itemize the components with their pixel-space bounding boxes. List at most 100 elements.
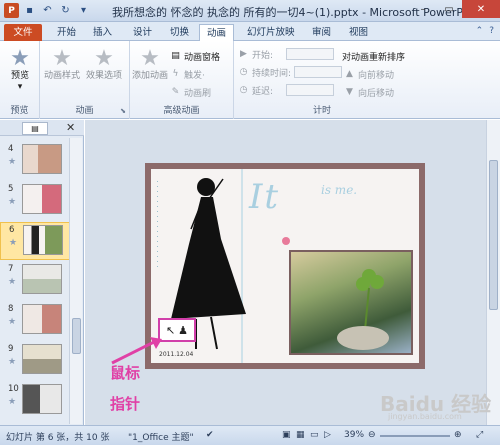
ribbon-right-icons: ⌃ ? [476, 26, 494, 36]
scrollbar-thumb[interactable] [72, 318, 81, 354]
move-later-button[interactable]: ▼ 向后移动 [344, 85, 394, 99]
tab-animations[interactable]: 动画 [199, 24, 235, 41]
slide-counter: 幻灯片 第 6 张，共 10 张 [6, 433, 110, 443]
tab-design[interactable]: 设计 [126, 24, 159, 41]
annotation-label-2: 指针 [110, 395, 141, 413]
group-preview: ★ 预览 ▾ 预览 [0, 41, 40, 119]
group-timing: ▶ 开始: ◷ 持续时间: ◷ 延迟: 对动画重新排序 ▲ 向前移动 ▼ 向后移… [234, 41, 410, 119]
zoom-out-icon[interactable]: ⊖ [368, 430, 376, 440]
close-pane-icon[interactable]: ✕ [66, 121, 75, 134]
group-label: 计时 [312, 106, 331, 116]
slide-photo[interactable] [289, 250, 413, 355]
animation-star-icon: ★ [8, 317, 17, 327]
star-icon: ★ [94, 46, 114, 71]
tab-transitions[interactable]: 切换 [163, 24, 196, 41]
duration-input[interactable] [294, 66, 343, 78]
thumbnail-image [22, 264, 62, 294]
clock-icon: ◷ [239, 66, 248, 77]
arrow-up-icon: ▲ [346, 68, 353, 79]
vertical-scrollbar[interactable] [486, 120, 500, 425]
thumbnail-image [22, 144, 62, 174]
spell-check-icon[interactable]: ✔ [206, 430, 214, 440]
star-plus-icon: ★ [140, 46, 160, 71]
scrollbar-thumb[interactable] [489, 160, 498, 310]
play-icon: ▶ [240, 48, 247, 59]
reading-view-icon[interactable]: ▭ [310, 430, 319, 440]
maximize-button[interactable]: ▭ [436, 0, 462, 18]
status-bar: 幻灯片 第 6 张，共 10 张 "1_Office 主题" ✔ ▣ ▦ ▭ ▷… [0, 425, 500, 445]
title-bar: P ▪ ↶ ↻ ▾ 我所想念的 怀念的 执念的 所有的一切4~(1).pptx … [0, 0, 500, 22]
trigger-button[interactable]: ϟ 触发· [170, 67, 205, 81]
redo-icon[interactable]: ↻ [58, 3, 73, 18]
figure-legs [195, 316, 218, 350]
lightning-icon: ϟ [172, 68, 179, 79]
tab-file[interactable]: 文件 [4, 24, 42, 41]
tab-review[interactable]: 审阅 [305, 24, 338, 41]
tab-view[interactable]: 视图 [342, 24, 375, 41]
thumbnail-image [22, 304, 62, 334]
slide-sorter-icon[interactable]: ▦ [296, 430, 305, 440]
slide-thumbnail[interactable]: 4 ★ [0, 142, 76, 180]
zoom-in-icon[interactable]: ⊕ [454, 430, 462, 440]
clover-illustration [337, 269, 389, 350]
customize-qat-icon[interactable]: ▾ [76, 3, 91, 18]
slides-pane-scrollbar[interactable] [69, 138, 82, 424]
minimize-button[interactable]: – [410, 0, 436, 18]
dress-silhouette [171, 197, 246, 319]
powerpoint-app-icon[interactable]: P [4, 3, 19, 18]
group-label: 预览 [10, 106, 29, 116]
delay-input[interactable] [286, 84, 335, 96]
animation-star-icon: ★ [8, 157, 17, 167]
script-subtitle: is me. [321, 183, 358, 197]
animation-painter-button[interactable]: ✎ 动画刷 [170, 85, 211, 99]
thumbnail-image [22, 184, 62, 214]
zoom-slider[interactable] [380, 435, 450, 437]
slide-thumbnail-selected[interactable]: 6 ★ [0, 222, 76, 260]
normal-view-icon[interactable]: ▣ [282, 430, 291, 440]
preview-button[interactable]: ★ 预览 ▾ [0, 47, 40, 93]
move-earlier-button[interactable]: ▲ 向前移动 [344, 67, 394, 81]
animation-star-icon: ★ [8, 277, 17, 287]
animation-pane-button[interactable]: ▤ 动画窗格 [170, 49, 220, 63]
start-dropdown[interactable] [286, 48, 335, 60]
close-button[interactable]: ✕ [462, 0, 500, 18]
dialog-launcher-icon[interactable]: ⬊ [120, 107, 126, 115]
star-icon: ★ [10, 46, 30, 71]
slide-thumbnail[interactable]: 9 ★ [0, 342, 76, 380]
help-icon[interactable]: ? [489, 26, 494, 36]
tab-home[interactable]: 开始 [50, 24, 83, 41]
save-icon[interactable]: ▪ [22, 3, 37, 18]
fit-slide-icon[interactable]: ⤢ [476, 430, 483, 440]
tab-insert[interactable]: 插入 [86, 24, 119, 41]
slide-thumbnail[interactable]: 8 ★ [0, 302, 76, 340]
group-label: 高级动画 [163, 106, 200, 116]
thumbnail-image [22, 344, 62, 374]
start-row: ▶ 开始: [238, 47, 335, 61]
thumbnail-image [22, 384, 62, 414]
add-animation-button[interactable]: ★ 添加动画 [130, 47, 170, 82]
painter-brush-icon: ♟ [178, 323, 189, 337]
animation-star-icon: ★ [8, 397, 17, 407]
animation-star-icon: ★ [9, 238, 18, 248]
animation-styles-button[interactable]: ★ 动画样式 [42, 47, 82, 82]
slide-thumbnail[interactable]: 5 ★ [0, 182, 76, 220]
animation-pane-icon: ▤ [171, 50, 180, 61]
slideshow-icon[interactable]: ▷ [324, 430, 331, 440]
slide-thumbnail[interactable]: 7 ★ [0, 262, 76, 300]
watermark-url: jingyan.baidu.com [388, 412, 462, 421]
undo-icon[interactable]: ↶ [40, 3, 55, 18]
slides-tab[interactable]: ▤ [22, 122, 48, 135]
thumbnail-image [23, 225, 63, 255]
effect-options-button[interactable]: ★ 效果选项 [84, 47, 124, 82]
group-advanced-animation: ★ 添加动画 ▤ 动画窗格 ϟ 触发· ✎ 动画刷 高级动画 [130, 41, 234, 119]
slide-thumbnail[interactable]: 10 ★ [0, 382, 76, 420]
tab-slideshow[interactable]: 幻灯片放映 [240, 24, 302, 41]
animation-star-icon: ★ [8, 197, 17, 207]
zoom-level[interactable]: 39% [344, 430, 364, 440]
ribbon-tabs: 文件 开始 插入 设计 切换 动画 幻灯片放映 审阅 视图 ⌃ ? [0, 22, 500, 41]
pane-header: ▤ ✕ [0, 120, 84, 136]
star-icon: ★ [52, 46, 72, 71]
minimize-ribbon-icon[interactable]: ⌃ [476, 26, 484, 36]
duration-row: ◷ 持续时间: [238, 65, 343, 79]
group-animation: ★ 动画样式 ★ 效果选项 动画 ⬊ [40, 41, 130, 119]
